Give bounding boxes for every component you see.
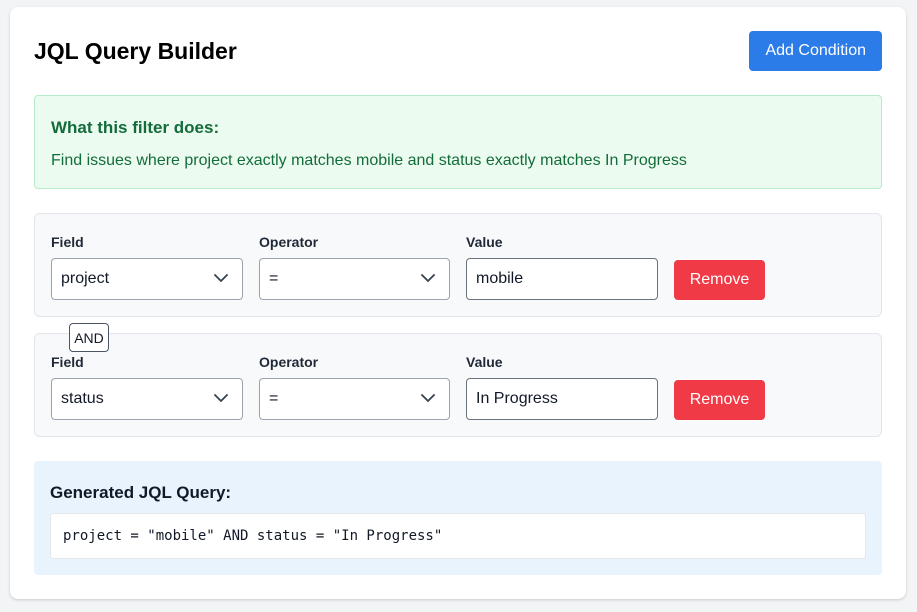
remove-condition-button[interactable]: Remove [674,380,765,420]
operator-select[interactable]: = [259,258,450,300]
field-select[interactable]: project [51,258,243,300]
chevron-down-icon [421,394,435,402]
value-label: Value [466,234,503,250]
page-title: JQL Query Builder [34,37,237,64]
value-column: Value [466,234,658,300]
operator-select-value: = [269,270,279,287]
operator-column: Operator = [259,354,450,420]
field-select[interactable]: status [51,378,243,420]
operator-column: Operator = [259,234,450,300]
value-input[interactable] [466,378,658,420]
value-column: Value [466,354,658,420]
explanation-title: What this filter does: [51,118,220,137]
field-select-value: status [61,390,104,407]
header: JQL Query Builder Add Condition [34,31,882,71]
generated-query-panel: Generated JQL Query: project = "mobile" … [34,461,882,575]
chevron-down-icon [421,274,435,282]
operator-label: Operator [259,354,319,370]
generated-query-text: project = "mobile" AND status = "In Prog… [50,513,866,559]
operator-select[interactable]: = [259,378,450,420]
filter-explanation: What this filter does: Find issues where… [34,95,882,189]
add-condition-button[interactable]: Add Condition [749,31,882,71]
condition-row-1: Field project Operator = Value Remove [34,213,882,317]
operator-label: Operator [259,234,319,250]
operator-select-value: = [269,390,279,407]
condition-row-2: Field status Operator = Value Remove [34,333,882,437]
field-label: Field [51,234,84,250]
chevron-down-icon [214,394,228,402]
remove-condition-button[interactable]: Remove [674,260,765,300]
field-column: Field project [51,234,243,300]
field-select-value: project [61,270,110,287]
field-label: Field [51,354,84,370]
value-input[interactable] [466,258,658,300]
value-label: Value [466,354,503,370]
explanation-text: Find issues where project exactly matche… [51,152,687,169]
and-joiner-badge: AND [69,323,109,352]
generated-query-title: Generated JQL Query: [50,483,232,502]
chevron-down-icon [214,274,228,282]
field-column: Field status [51,354,243,420]
query-builder-card: JQL Query Builder Add Condition What thi… [10,7,906,599]
